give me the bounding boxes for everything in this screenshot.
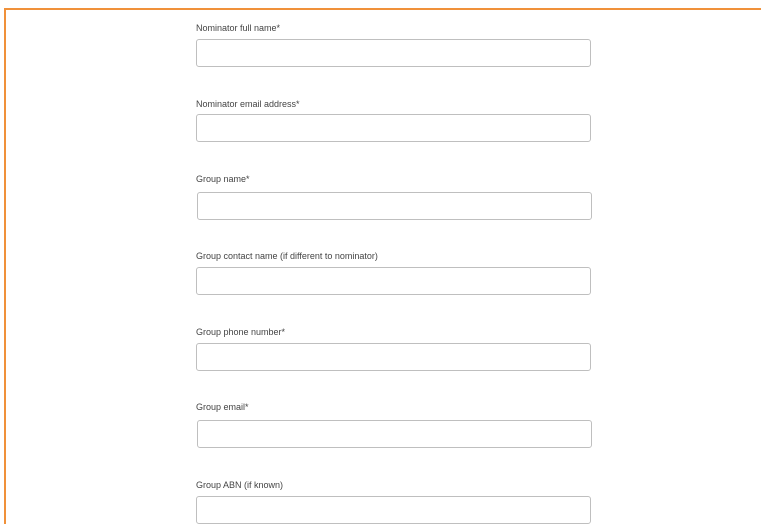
nominator-full-name-label: Nominator full name* <box>196 23 281 33</box>
nominator-email-group: Nominator email address* <box>196 98 592 142</box>
group-phone-input[interactable] <box>196 343 591 371</box>
group-email-label: Group email* <box>196 402 249 412</box>
nominator-full-name-group: Nominator full name* <box>196 22 592 67</box>
group-contact-name-input[interactable] <box>196 267 591 295</box>
group-email-group: Group email* <box>196 401 592 448</box>
group-phone-group: Group phone number* <box>196 326 592 371</box>
group-abn-group: Group ABN (if known) <box>196 479 592 524</box>
nominator-full-name-input[interactable] <box>196 39 591 67</box>
group-contact-name-label: Group contact name (if different to nomi… <box>196 251 378 261</box>
group-abn-label: Group ABN (if known) <box>196 480 284 490</box>
nominator-email-input[interactable] <box>196 114 591 142</box>
group-email-input[interactable] <box>197 420 592 448</box>
group-name-label: Group name* <box>196 174 250 184</box>
group-abn-input[interactable] <box>196 496 591 524</box>
nomination-form-frame: Nominator full name* Nominator email add… <box>4 8 761 524</box>
nominator-email-label: Nominator email address* <box>196 99 300 109</box>
group-name-group: Group name* <box>196 173 592 220</box>
group-phone-label: Group phone number* <box>196 327 286 337</box>
group-contact-name-group: Group contact name (if different to nomi… <box>196 250 592 295</box>
group-name-input[interactable] <box>197 192 592 220</box>
